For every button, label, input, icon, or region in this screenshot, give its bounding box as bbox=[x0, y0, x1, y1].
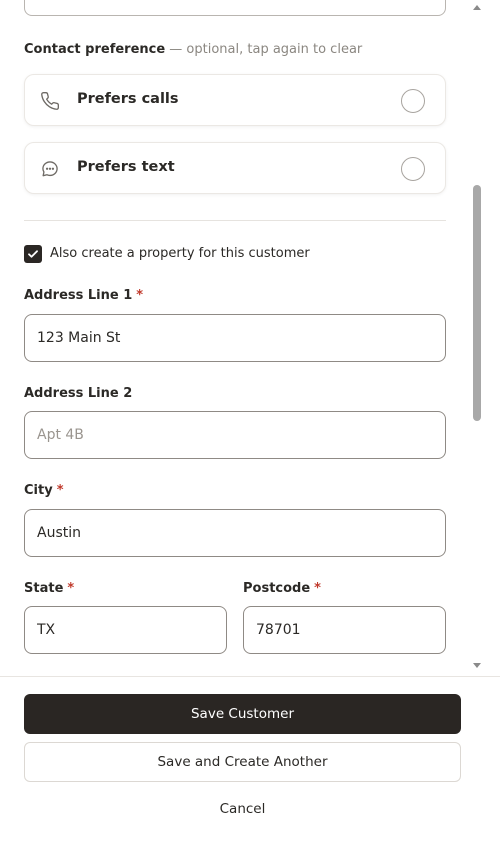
address-line2-label-group: Address Line 2 bbox=[24, 386, 132, 401]
required-indicator: * bbox=[56, 483, 64, 498]
prefers-text-radio[interactable] bbox=[401, 157, 425, 181]
required-indicator: * bbox=[67, 581, 75, 596]
state-label-group: State * bbox=[24, 581, 74, 596]
cancel-button[interactable]: Cancel bbox=[24, 797, 461, 821]
prefers-text-label: Prefers text bbox=[77, 159, 175, 175]
address-line2-label: Address Line 2 bbox=[24, 386, 133, 401]
section-divider bbox=[24, 220, 446, 221]
form-footer: Save Customer Save and Create Another Ca… bbox=[0, 676, 500, 845]
scroll-up-arrow-icon[interactable] bbox=[473, 5, 481, 10]
address-line2-input[interactable] bbox=[24, 411, 446, 459]
scrollbar-thumb[interactable] bbox=[473, 185, 481, 421]
prefers-calls-label: Prefers calls bbox=[77, 91, 179, 107]
postcode-label-group: Postcode * bbox=[243, 581, 321, 596]
address-line1-input[interactable] bbox=[24, 314, 446, 362]
state-input[interactable] bbox=[24, 606, 227, 654]
create-property-checkbox[interactable] bbox=[24, 245, 42, 263]
required-indicator: * bbox=[136, 288, 144, 303]
previous-input-field[interactable] bbox=[24, 0, 446, 16]
chat-bubble-icon bbox=[40, 159, 60, 179]
contact-preference-heading: Contact preference — optional, tap again… bbox=[24, 42, 362, 57]
save-customer-button[interactable]: Save Customer bbox=[24, 694, 461, 734]
state-label: State bbox=[24, 581, 64, 596]
prefers-calls-option[interactable]: Prefers calls bbox=[24, 74, 446, 126]
save-and-create-another-button[interactable]: Save and Create Another bbox=[24, 742, 461, 782]
create-property-label: Also create a property for this customer bbox=[50, 246, 310, 261]
required-indicator: * bbox=[314, 581, 321, 596]
postcode-input[interactable] bbox=[243, 606, 446, 654]
city-label-group: City * bbox=[24, 483, 64, 498]
phone-icon bbox=[40, 91, 60, 111]
city-input[interactable] bbox=[24, 509, 446, 557]
prefers-text-option[interactable]: Prefers text bbox=[24, 142, 446, 194]
prefers-calls-radio[interactable] bbox=[401, 89, 425, 113]
checkmark-icon bbox=[28, 250, 38, 258]
form-scroll-region[interactable]: Contact preference — optional, tap again… bbox=[0, 0, 486, 676]
contact-preference-hint: — optional, tap again to clear bbox=[165, 42, 363, 57]
contact-preference-title: Contact preference bbox=[24, 42, 166, 57]
city-label: City bbox=[24, 483, 53, 498]
address-line1-label: Address Line 1 bbox=[24, 288, 133, 303]
postcode-label: Postcode bbox=[243, 581, 311, 596]
customer-form-page: Contact preference — optional, tap again… bbox=[0, 0, 500, 845]
address-line1-label-group: Address Line 1 * bbox=[24, 288, 143, 303]
scroll-down-arrow-icon[interactable] bbox=[473, 663, 481, 668]
